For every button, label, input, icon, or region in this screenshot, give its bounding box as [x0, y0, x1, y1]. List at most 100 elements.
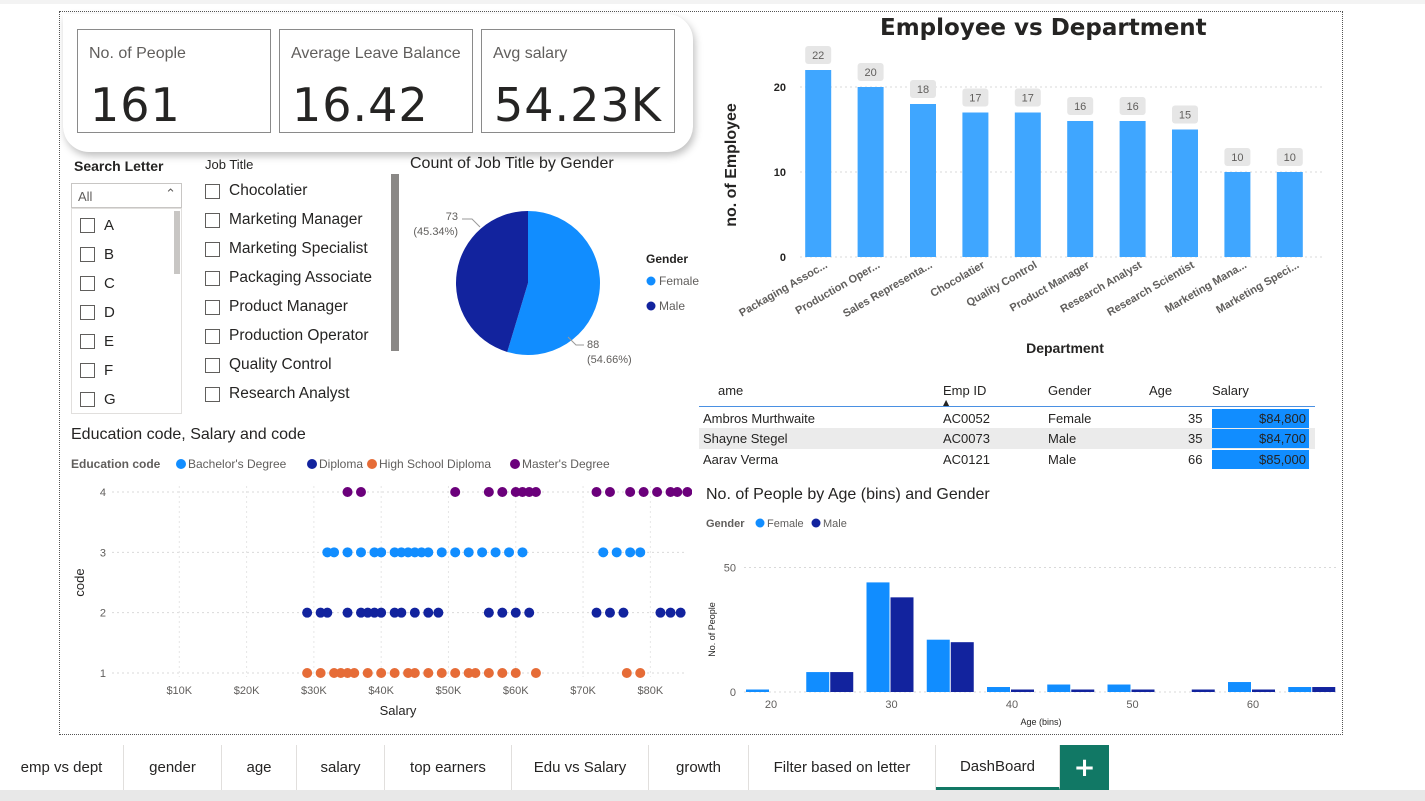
job-title-scrollbar[interactable]	[391, 174, 399, 351]
scatter-point	[618, 607, 629, 618]
scatter-point	[604, 487, 615, 497]
column-header-age[interactable]: Age	[1149, 383, 1172, 398]
kpi-card-group[interactable]: No. of People 161 Average Leave Balance …	[63, 14, 693, 152]
kpi-leave-card[interactable]: Average Leave Balance 16.42	[279, 29, 473, 133]
data-label: 20	[864, 67, 876, 79]
age-gender-chart[interactable]: Gender Female Male 0 50 No. of People 20 30 40 50…	[700, 510, 1340, 730]
column-header-name[interactable]: ame	[718, 383, 743, 398]
bar-chart[interactable]: 0 10 20 no. of Employee 22 Packaging Assoc...…	[712, 45, 1332, 375]
scatter-point	[436, 668, 447, 678]
table-row[interactable]: Aarav Verma AC0121 Male 66 $85,000	[699, 449, 1315, 470]
legend-item: Diploma	[319, 457, 363, 471]
job-option[interactable]: Product Manager	[205, 298, 348, 316]
checkbox[interactable]	[205, 270, 220, 286]
kpi-salary-card[interactable]: Avg salary 54.23K	[481, 29, 675, 133]
job-option[interactable]: Marketing Specialist	[205, 240, 368, 258]
table-row[interactable]: Ambros Murthwaite AC0052 Female 35 $84,8…	[699, 408, 1315, 429]
y-axis-title: code	[72, 568, 87, 596]
scatter-point	[497, 668, 508, 678]
scatter-point	[483, 668, 494, 678]
cell-age: 35	[1188, 411, 1203, 426]
checkbox[interactable]	[80, 392, 95, 407]
job-option[interactable]: Production Operator	[205, 327, 369, 345]
bar	[1014, 112, 1041, 257]
histogram-bar	[1288, 687, 1312, 692]
histogram-bar	[1228, 682, 1251, 692]
legend-title: Gender	[646, 252, 688, 266]
checkbox[interactable]	[205, 299, 220, 315]
scrollbar-thumb[interactable]	[174, 211, 180, 274]
x-tick-label: $50K	[436, 685, 462, 697]
kpi-people-card[interactable]: No. of People 161	[77, 29, 271, 133]
column-header-gender[interactable]: Gender	[1048, 383, 1091, 398]
checkbox[interactable]	[205, 241, 220, 257]
checkbox[interactable]	[80, 334, 95, 349]
table-row[interactable]: Shayne Stegel AC0073 Male 35 $84,700	[699, 428, 1315, 449]
kpi-label: No. of People	[89, 45, 186, 62]
search-letter-dropdown[interactable]: All ⌃	[71, 183, 182, 208]
scatter-point	[450, 668, 461, 678]
job-option[interactable]: Chocolatier	[205, 182, 307, 200]
tab-filter-based-on-letter[interactable]: Filter based on letter	[749, 745, 936, 790]
scatter-point	[611, 547, 622, 558]
cell-salary: $85,000	[1212, 450, 1309, 469]
legend-dot	[176, 459, 186, 469]
x-tick-label: $60K	[503, 685, 529, 697]
x-axis-title: Age (bins)	[1020, 717, 1061, 727]
cell-emp-id: AC0073	[943, 431, 990, 446]
scatter-point	[530, 487, 541, 497]
job-option[interactable]: Quality Control	[205, 356, 332, 374]
data-label: 16	[1126, 101, 1138, 113]
scatter-point	[349, 668, 360, 678]
data-label: 17	[969, 93, 981, 105]
tab-age[interactable]: age	[222, 745, 297, 790]
pie-label-value: 73	[446, 211, 458, 223]
scatter-point	[591, 487, 602, 497]
kpi-value: 16.42	[292, 78, 429, 132]
tab-salary[interactable]: salary	[297, 745, 385, 790]
letter-option-f[interactable]: F	[80, 362, 113, 379]
checkbox[interactable]	[80, 363, 95, 378]
data-label: 10	[1284, 152, 1296, 164]
scatter-title: Education code, Salary and code	[71, 426, 306, 443]
letter-option-e[interactable]: E	[80, 333, 114, 350]
scatter-point	[675, 607, 686, 618]
checkbox[interactable]	[205, 183, 220, 199]
letter-option-a[interactable]: A	[80, 217, 114, 234]
scatter-point	[376, 668, 387, 678]
column-header-emp-id[interactable]: Emp ID	[943, 383, 986, 398]
checkbox[interactable]	[80, 276, 95, 291]
cell-name: Ambros Murthwaite	[703, 411, 815, 426]
letter-option-b[interactable]: B	[80, 246, 114, 263]
kpi-label: Avg salary	[493, 45, 568, 62]
tab-growth[interactable]: growth	[649, 745, 749, 790]
checkbox[interactable]	[205, 212, 220, 228]
tab-top-earners[interactable]: top earners	[385, 745, 512, 790]
tab-gender[interactable]: gender	[124, 745, 222, 790]
tab-emp-vs-dept[interactable]: emp vs dept	[0, 745, 124, 790]
histogram-bar	[1312, 687, 1336, 692]
checkbox[interactable]	[205, 357, 220, 373]
checkbox[interactable]	[80, 218, 95, 233]
scatter-point	[436, 547, 447, 558]
job-option[interactable]: Packaging Associate	[205, 269, 372, 287]
letter-option-c[interactable]: C	[80, 275, 115, 292]
checkbox[interactable]	[205, 328, 220, 344]
job-option[interactable]: Research Analyst	[205, 385, 350, 403]
pie-label-pct: (45.34%)	[413, 226, 458, 238]
bar	[805, 70, 832, 257]
checkbox[interactable]	[80, 247, 95, 262]
checkbox[interactable]	[205, 386, 220, 402]
tab-edu-vs-salary[interactable]: Edu vs Salary	[512, 745, 649, 790]
letter-option-d[interactable]: D	[80, 304, 115, 321]
column-header-salary[interactable]: Salary	[1212, 383, 1249, 398]
letter-option-g[interactable]: G	[80, 391, 116, 408]
checkbox[interactable]	[80, 305, 95, 320]
add-page-button[interactable]: +	[1060, 745, 1109, 790]
tab-dashboard[interactable]: DashBoard	[936, 745, 1060, 790]
pie-chart[interactable]: 73 (45.34%) 88 (54.66%) Gender Female Male	[400, 175, 700, 405]
histogram-bar	[950, 642, 974, 692]
scatter-point	[477, 547, 488, 558]
scatter-chart[interactable]: Education code Bachelor's Degree Diploma Hi…	[62, 450, 692, 750]
job-option[interactable]: Marketing Manager	[205, 211, 363, 229]
